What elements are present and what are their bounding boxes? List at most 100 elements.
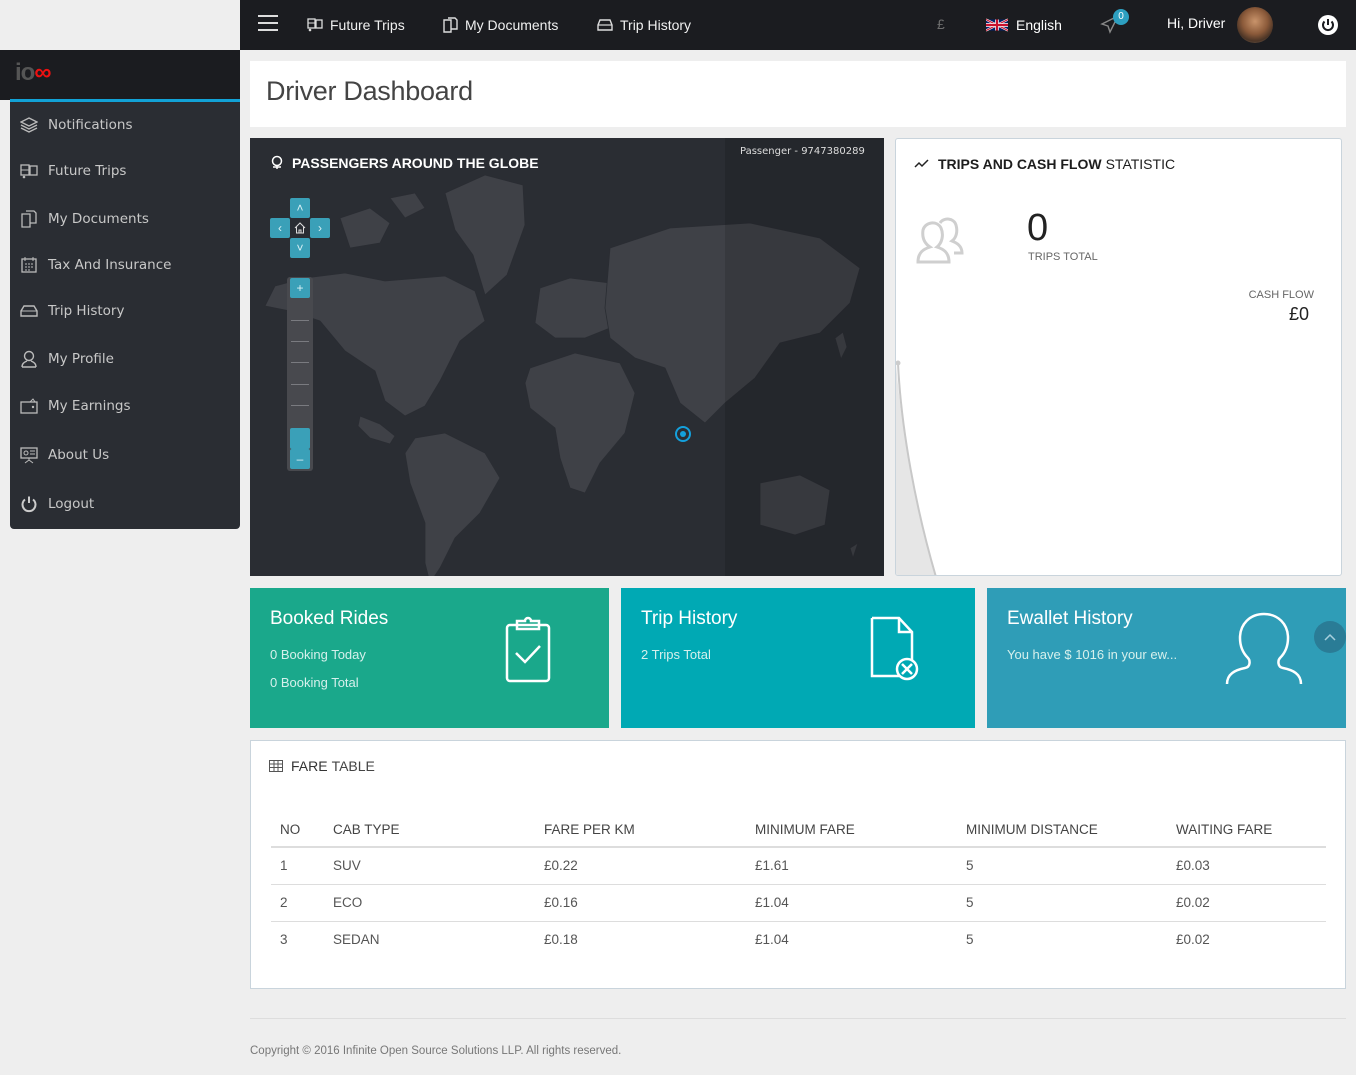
- notifications-button[interactable]: 0: [1100, 9, 1129, 36]
- copyright-text: Copyright © 2016 Infinite Open Source So…: [250, 1045, 622, 1057]
- user-avatar[interactable]: [1237, 7, 1273, 43]
- power-icon: [21, 496, 37, 513]
- stats-title-bold: TRIPS AND CASH FLOW: [938, 156, 1102, 172]
- sidebar-item-my-earnings[interactable]: My Earnings: [10, 383, 240, 429]
- cell-fare-per-km: £0.22: [535, 847, 746, 885]
- topnav-future-trips-label: Future Trips: [330, 17, 405, 33]
- map-pan-left-button[interactable]: ‹: [270, 218, 290, 238]
- car-icon: [20, 305, 38, 317]
- sidebar-item-my-documents[interactable]: My Documents: [10, 196, 240, 242]
- uk-flag-icon: [986, 18, 1008, 32]
- map-pan-right-button[interactable]: ›: [310, 218, 330, 238]
- fare-table: NO CAB TYPE FARE PER KM MINIMUM FARE MIN…: [271, 813, 1326, 958]
- topnav-trip-history[interactable]: Trip History: [597, 0, 691, 50]
- trip-history-card[interactable]: Trip History 2 Trips Total: [621, 588, 975, 728]
- sidebar: Notifications Future Trips My Documents …: [10, 102, 240, 529]
- cash-flow-value: £0: [1288, 304, 1309, 324]
- map-home-button[interactable]: [290, 218, 310, 238]
- central-america: [357, 415, 396, 445]
- page-title: Driver Dashboard: [266, 76, 473, 106]
- user-greeting[interactable]: Hi, Driver: [1167, 15, 1225, 31]
- sidebar-item-about-us[interactable]: About Us: [10, 432, 240, 478]
- sidebar-item-my-profile[interactable]: My Profile: [10, 336, 240, 382]
- cell-no: 1: [271, 847, 324, 885]
- stats-title: TRIPS AND CASH FLOW STATISTIC: [914, 156, 1175, 172]
- users-icon: [916, 217, 964, 264]
- zoom-tick: [291, 320, 309, 321]
- map-pan-down-button[interactable]: ˅: [290, 238, 310, 258]
- car-icon: [597, 19, 613, 31]
- column-header-waiting-fare: WAITING FARE: [1167, 813, 1326, 848]
- sidebar-item-notifications[interactable]: Notifications: [10, 102, 240, 148]
- fare-title-rest: TABLE: [331, 758, 375, 774]
- cell-minimum-distance: 5: [957, 847, 1167, 885]
- calendar-icon: [21, 257, 37, 273]
- clipboard-check-icon: [505, 616, 551, 683]
- passenger-location-marker[interactable]: [675, 426, 691, 442]
- column-header-fare-per-km: FARE PER KM: [535, 813, 746, 848]
- user-icon: [21, 350, 37, 368]
- map-zoom-slider-handle[interactable]: [290, 428, 310, 449]
- sidebar-item-label: About Us: [48, 447, 110, 463]
- stats-title-rest: STATISTIC: [1105, 156, 1176, 172]
- ewallet-balance-text: You have $ 1016 in your ew...: [1007, 647, 1178, 662]
- topnav-future-trips[interactable]: Future Trips: [307, 0, 405, 50]
- cell-waiting-fare: £0.02: [1167, 884, 1326, 922]
- brand-logo[interactable]: io∞: [15, 59, 51, 87]
- booked-rides-card[interactable]: Booked Rides 0 Booking Today 0 Booking T…: [250, 588, 609, 728]
- cell-minimum-fare: £1.04: [746, 884, 957, 922]
- cell-waiting-fare: £0.02: [1176, 932, 1210, 948]
- user-silhouette-icon: [1225, 612, 1303, 685]
- zoom-tick: [291, 384, 309, 385]
- sidebar-item-label: Logout: [48, 496, 95, 512]
- booked-rides-title: Booked Rides: [270, 608, 389, 629]
- layers-icon: [20, 117, 38, 133]
- top-navbar: Future Trips My Documents Trip History £…: [240, 0, 1356, 50]
- cash-flow-label: CASH FLOW: [1248, 289, 1314, 301]
- map-zoom-in-button[interactable]: +: [290, 278, 310, 298]
- sidebar-item-future-trips[interactable]: Future Trips: [10, 148, 240, 194]
- sidebar-item-label: My Earnings: [48, 398, 131, 414]
- column-header-no: NO: [271, 813, 324, 848]
- menu-toggle-button[interactable]: [258, 15, 278, 31]
- africa: [524, 352, 636, 494]
- sidebar-item-label: Tax And Insurance: [48, 257, 172, 273]
- sidebar-item-trip-history[interactable]: Trip History: [10, 288, 240, 334]
- trips-area-chart: [896, 360, 937, 575]
- ewallet-history-card[interactable]: Ewallet History You have $ 1016 in your …: [987, 588, 1346, 728]
- fare-table-panel: FARE TABLE NO CAB TYPE FARE PER KM MINIM…: [250, 740, 1346, 989]
- canadian-islands: [339, 192, 426, 249]
- footer-divider: [250, 1018, 1346, 1019]
- trend-line-icon: [914, 159, 929, 168]
- map-pan-up-button[interactable]: ˄: [290, 198, 310, 218]
- map-zoom-out-button[interactable]: –: [290, 449, 310, 469]
- language-label: English: [1016, 17, 1062, 33]
- trips-total-value: 0: [1027, 207, 1049, 249]
- column-header-minimum-distance: MINIMUM DISTANCE: [957, 813, 1167, 848]
- presentation-icon: [20, 447, 38, 464]
- scroll-to-top-button[interactable]: [1314, 621, 1346, 653]
- sidebar-item-logout[interactable]: Logout: [10, 481, 240, 527]
- logout-power-icon[interactable]: [1317, 14, 1339, 36]
- zoom-tick: [291, 362, 309, 363]
- notification-count-badge: 0: [1113, 9, 1129, 25]
- bus-icon: [20, 164, 38, 179]
- map-title-text: PASSENGERS AROUND THE GLOBE: [292, 155, 539, 171]
- topnav-my-documents[interactable]: My Documents: [443, 0, 558, 50]
- table-header-row: NO CAB TYPE FARE PER KM MINIMUM FARE MIN…: [271, 813, 1326, 848]
- sidebar-item-tax-and-insurance[interactable]: Tax And Insurance: [10, 242, 240, 288]
- language-selector[interactable]: English: [986, 0, 1062, 50]
- cell-minimum-distance: 5: [957, 884, 1167, 922]
- sidebar-item-label: Future Trips: [48, 163, 127, 179]
- cell-fare-per-km: £0.18: [544, 932, 578, 948]
- sidebar-item-label: Notifications: [48, 117, 133, 133]
- trips-total-text: 2 Trips Total: [641, 647, 711, 662]
- world-map-panel[interactable]: PASSENGERS AROUND THE GLOBE Passenger - …: [250, 138, 884, 576]
- cell-cab-type: SUV: [324, 847, 535, 885]
- currency-selector[interactable]: £: [937, 16, 945, 32]
- cell-waiting-fare: £0.03: [1167, 847, 1326, 885]
- table-icon: [269, 760, 283, 772]
- cell-fare-per-km: £0.16: [535, 884, 746, 922]
- cell-cab-type: SEDAN: [333, 932, 380, 948]
- column-header-minimum-fare: MINIMUM FARE: [746, 813, 957, 848]
